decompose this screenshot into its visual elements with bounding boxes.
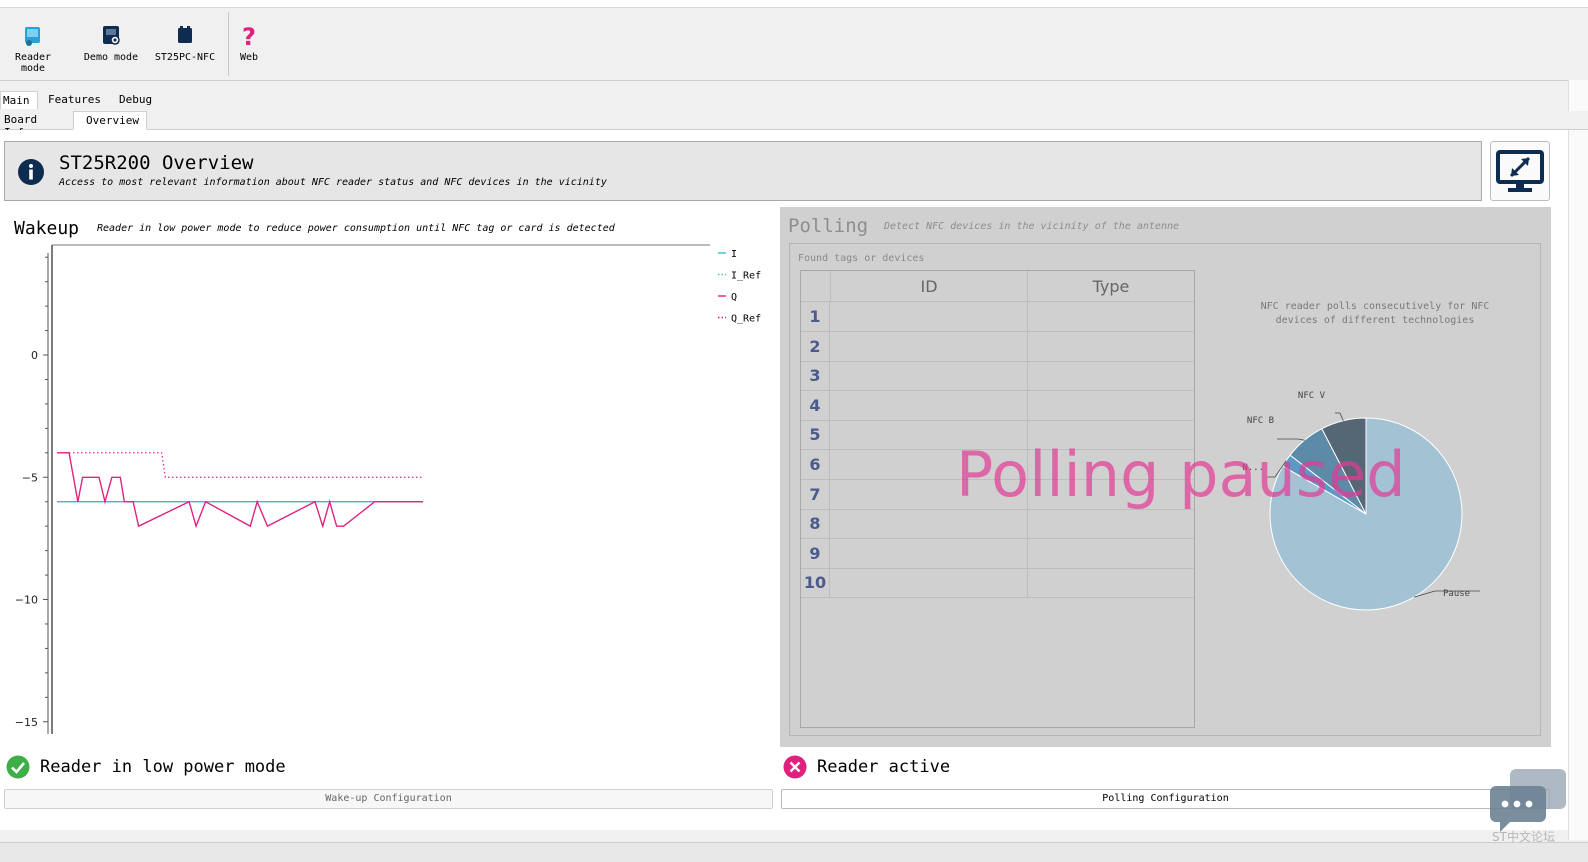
page-title: ST25R200 Overview	[59, 152, 254, 174]
wakeup-status: Reader in low power mode	[6, 755, 406, 781]
status-bar	[0, 842, 1588, 862]
legend-label: I_Ref	[731, 271, 761, 282]
wakeup-panel: Wakeup Reader in low power mode to reduc…	[4, 207, 776, 747]
sub-tab-bar: Board Info Overview	[0, 111, 1588, 139]
tab-board-info[interactable]: Board Info	[0, 111, 72, 139]
watermark-text: ST中文论坛	[1492, 830, 1555, 844]
toolbar: Reader mode Demo mode ST25PC-NFC ? Web	[0, 8, 1588, 81]
reader-mode-icon	[25, 27, 40, 46]
reader-mode-button[interactable]: Reader mode	[0, 24, 66, 74]
tab-main[interactable]: Main	[0, 91, 38, 109]
series-line-q-ref	[57, 452, 423, 478]
st25pc-nfc-icon	[178, 26, 192, 43]
legend-label: Q	[731, 292, 737, 303]
monitor-expand-icon	[1496, 150, 1544, 192]
window-top-strip	[0, 0, 1588, 8]
overview-header: ST25R200 Overview Access to most relevan…	[4, 141, 1482, 201]
pie-slice-label: Pause	[1443, 589, 1470, 599]
demo-mode-button[interactable]: Demo mode	[82, 24, 140, 74]
wakeup-line-chart: 0 −5 −10 −15 I I_Ref Q Q_Ref	[15, 244, 761, 734]
info-icon	[18, 159, 44, 185]
demo-mode-icon	[103, 26, 120, 45]
page-subtitle: Access to most relevant information abou…	[59, 177, 607, 188]
series-line-q	[57, 452, 423, 529]
fullscreen-button[interactable]	[1490, 141, 1550, 201]
polling-paused-overlay: Polling paused	[956, 438, 1406, 511]
main-tab-bar: Main Features Debug	[0, 91, 1588, 109]
pie-slice-label: NFC B	[1247, 416, 1274, 426]
wakeup-status-text: Reader in low power mode	[40, 757, 286, 777]
wakeup-configuration-button[interactable]: Wake-up Configuration	[4, 789, 773, 809]
pie-slice-label: NFC V	[1298, 391, 1326, 401]
svg-text:?: ?	[242, 24, 256, 48]
polling-configuration-button[interactable]: Polling Configuration	[781, 789, 1550, 809]
legend-label: I	[731, 249, 737, 260]
web-label: Web	[239, 52, 259, 63]
toolbar-separator	[228, 12, 229, 76]
y-tick-label: 0	[31, 349, 38, 362]
y-tick-label: −5	[22, 471, 38, 484]
legend-label: Q_Ref	[731, 314, 761, 325]
y-tick-label: −15	[15, 716, 38, 729]
pie-leader-line	[1335, 412, 1344, 421]
st25pc-nfc-label: ST25PC-NFC	[154, 52, 216, 63]
vertical-scrollbar[interactable]	[1568, 80, 1588, 840]
check-icon	[6, 755, 30, 779]
reader-mode-label: Reader mode	[14, 52, 52, 74]
tab-features[interactable]: Features	[40, 91, 106, 109]
tab-overview[interactable]: Overview	[73, 111, 147, 130]
polling-status-text: Reader active	[817, 757, 951, 777]
web-button[interactable]: ? Web	[234, 24, 264, 74]
polling-status: Reader active	[783, 755, 1183, 781]
y-tick-label: −10	[15, 594, 38, 607]
st25pc-nfc-button[interactable]: ST25PC-NFC	[152, 24, 218, 74]
web-help-icon: ?	[242, 24, 256, 48]
error-x-icon	[783, 755, 807, 779]
tab-debug[interactable]: Debug	[111, 91, 163, 109]
demo-mode-label: Demo mode	[83, 52, 139, 63]
